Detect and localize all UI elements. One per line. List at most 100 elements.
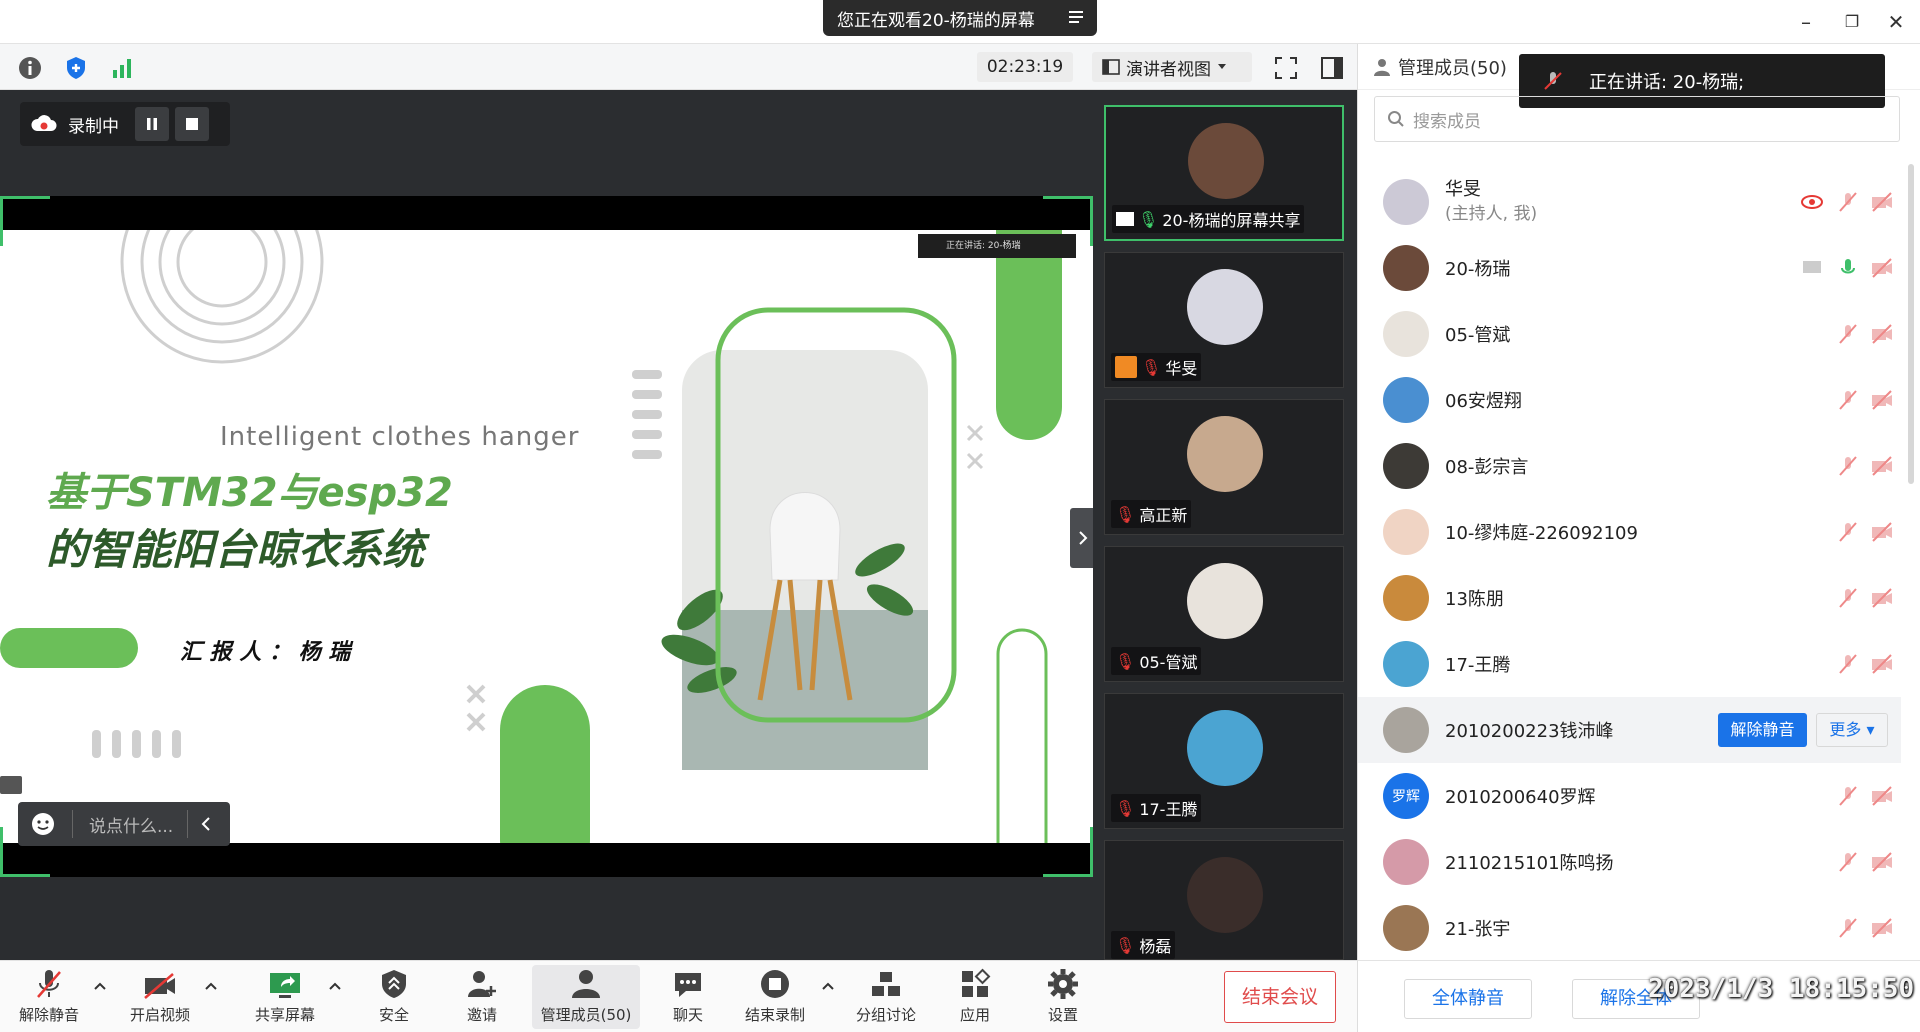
host-icon — [1115, 356, 1137, 378]
view-mode-dropdown[interactable]: 演讲者视图 — [1092, 52, 1252, 82]
mic-muted-icon[interactable] — [1836, 586, 1860, 610]
start-video-label: 开启视频 — [129, 1006, 190, 1024]
bottom-toolbar: 解除静音 开启视频 共享屏幕 安全 邀请 管理成员(50) 聊天 结束录制 分组… — [0, 960, 1357, 1032]
shield-icon[interactable] — [62, 54, 90, 82]
stop-recording-label: 结束录制 — [744, 1006, 805, 1024]
pause-recording-button[interactable] — [135, 107, 169, 141]
camera-off-icon[interactable] — [1870, 652, 1894, 676]
mic-muted-icon: 🎙 — [1115, 651, 1136, 671]
security-button[interactable]: 安全 — [364, 965, 424, 1029]
sidebar-toggle-icon[interactable] — [1318, 54, 1346, 82]
invite-button[interactable]: 邀请 — [452, 965, 512, 1029]
share-screen-icon — [1116, 212, 1134, 226]
mic-muted-icon[interactable] — [1836, 322, 1860, 346]
mic-muted-icon[interactable] — [1836, 850, 1860, 874]
camera-off-icon[interactable] — [1870, 586, 1894, 610]
member-row[interactable]: 13陈朋 — [1358, 565, 1901, 631]
chevron-up-icon[interactable] — [204, 981, 218, 991]
mic-muted-icon[interactable] — [1836, 190, 1860, 214]
mic-on-icon[interactable] — [1836, 256, 1860, 280]
close-icon[interactable]: ✕ — [1882, 8, 1910, 36]
fullscreen-icon[interactable] — [1272, 54, 1300, 82]
mic-muted-icon[interactable] — [1836, 388, 1860, 412]
member-row[interactable]: 08-彭宗言 — [1358, 433, 1901, 499]
chevron-up-icon[interactable] — [328, 981, 342, 991]
security-label: 安全 — [378, 1006, 409, 1024]
vertical-ticks — [92, 730, 181, 758]
chevron-left-icon[interactable] — [200, 816, 212, 832]
chevron-up-icon[interactable] — [93, 981, 107, 991]
unmute-button[interactable]: 解除静音 — [14, 965, 84, 1029]
camera-off-icon[interactable] — [1870, 916, 1894, 940]
unmute-member-button[interactable]: 解除静音 — [1718, 713, 1807, 747]
camera-off-icon[interactable] — [1870, 256, 1894, 280]
member-row[interactable]: 10-缪炜庭-226092109 — [1358, 499, 1901, 565]
restore-icon[interactable]: ❐ — [1838, 8, 1866, 36]
member-search-input[interactable]: 搜索成员 — [1374, 96, 1900, 142]
end-meeting-button[interactable]: 结束会议 — [1224, 971, 1336, 1023]
member-row[interactable]: 华旻 (主持人, 我) — [1358, 169, 1901, 235]
video-tile[interactable]: 🎙 高正新 — [1104, 399, 1344, 535]
video-tile[interactable]: 🎙 20-杨瑞的屏幕共享 — [1104, 105, 1344, 241]
video-tile[interactable]: 🎙 华旻 — [1104, 252, 1344, 388]
member-row[interactable]: 2110215101陈鸣扬 — [1358, 829, 1901, 895]
member-row[interactable]: 21-张宇 — [1358, 895, 1901, 961]
mic-muted-icon: 🎙 — [1141, 357, 1162, 377]
chat-quick-input[interactable]: 说点什么... — [18, 802, 230, 846]
minimize-icon[interactable]: – — [1792, 8, 1820, 36]
share-screen-label: 共享屏幕 — [254, 1006, 315, 1024]
video-gallery: 🎙 20-杨瑞的屏幕共享 🎙 华旻 🎙 高正新 🎙 05-管斌 🎙 17-王腾 … — [1093, 90, 1357, 960]
mic-muted-icon[interactable] — [1836, 652, 1860, 676]
camera-off-icon[interactable] — [1870, 520, 1894, 544]
camera-off-icon[interactable] — [1870, 850, 1894, 874]
mic-muted-icon[interactable] — [1836, 784, 1860, 808]
stop-record-icon — [761, 970, 789, 998]
camera-off-icon[interactable] — [1870, 454, 1894, 478]
menu-icon[interactable] — [1067, 8, 1087, 26]
member-row[interactable]: 20-杨瑞 — [1358, 235, 1901, 301]
viewing-banner[interactable]: 您正在观看20-杨瑞的屏幕 — [823, 0, 1097, 36]
cloud-record-icon — [31, 115, 57, 131]
share-screen-button[interactable]: 共享屏幕 — [245, 965, 325, 1029]
camera-off-icon[interactable] — [1870, 190, 1894, 214]
start-video-button[interactable]: 开启视频 — [120, 965, 200, 1029]
chat-button[interactable]: 聊天 — [660, 965, 716, 1029]
member-row[interactable]: 17-王腾 — [1358, 631, 1901, 697]
chevron-up-icon[interactable] — [821, 981, 835, 991]
member-row[interactable]: 2010200223钱沛峰 解除静音 更多 ▾ — [1358, 697, 1901, 763]
video-tile[interactable]: 🎙 杨磊 — [1104, 840, 1344, 960]
member-name: 华旻 — [1445, 179, 1481, 200]
video-tile[interactable]: 🎙 17-王腾 — [1104, 693, 1344, 829]
presentation-slide: 正在讲话: 20-杨瑞 Intelligent clothes hanger 基… — [0, 230, 1093, 843]
breakout-rooms-button[interactable]: 分组讨论 — [848, 965, 924, 1029]
apps-button[interactable]: 应用 — [950, 965, 1000, 1029]
camera-off-icon[interactable] — [1870, 322, 1894, 346]
mic-muted-icon[interactable] — [1836, 454, 1860, 478]
list-toggle-icon[interactable] — [0, 776, 22, 794]
member-row[interactable]: 06安煜翔 — [1358, 367, 1901, 433]
member-row[interactable]: 05-管斌 — [1358, 301, 1901, 367]
settings-button[interactable]: 设置 — [1038, 965, 1088, 1029]
video-tile[interactable]: 🎙 05-管斌 — [1104, 546, 1344, 682]
member-list-scrollbar[interactable] — [1908, 164, 1914, 484]
invite-label: 邀请 — [466, 1006, 497, 1024]
chat-label: 聊天 — [672, 1006, 703, 1024]
mic-on-icon: 🎙 — [1138, 209, 1159, 229]
camera-off-icon[interactable] — [1870, 388, 1894, 412]
mute-all-button[interactable]: 全体静音 — [1404, 979, 1532, 1019]
mic-muted-icon[interactable] — [1836, 916, 1860, 940]
signal-icon[interactable] — [108, 54, 136, 82]
mic-muted-icon[interactable] — [1836, 520, 1860, 544]
emoji-icon[interactable] — [30, 811, 56, 837]
viewing-banner-text: 您正在观看20-杨瑞的屏幕 — [837, 10, 1035, 31]
info-icon[interactable] — [16, 54, 44, 82]
avatar — [1187, 857, 1263, 933]
more-actions-button[interactable]: 更多 ▾ — [1816, 713, 1888, 747]
member-list: 华旻 (主持人, 我) 20-杨瑞 05-管斌 06安煜翔 08-彭宗言 10-… — [1358, 164, 1920, 951]
tile-name: 🎙 高正新 — [1111, 500, 1192, 528]
stop-recording-toolbar-button[interactable]: 结束录制 — [735, 965, 815, 1029]
manage-members-button[interactable]: 管理成员(50) — [532, 965, 640, 1029]
camera-off-icon[interactable] — [1870, 784, 1894, 808]
stop-recording-button[interactable] — [175, 107, 209, 141]
member-row[interactable]: 罗辉 2010200640罗辉 — [1358, 763, 1901, 829]
